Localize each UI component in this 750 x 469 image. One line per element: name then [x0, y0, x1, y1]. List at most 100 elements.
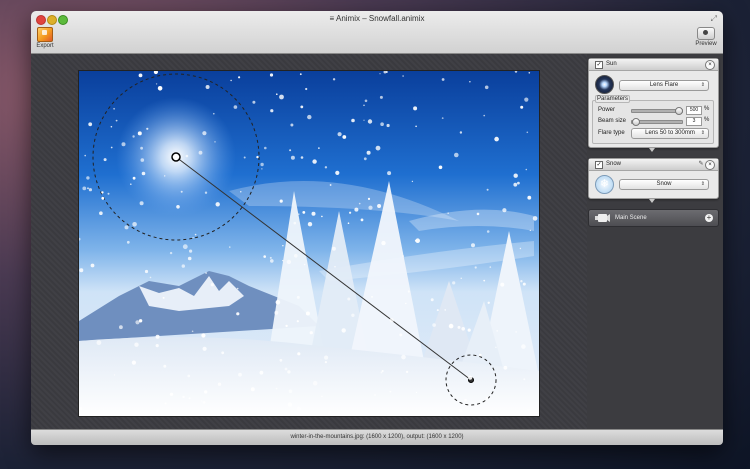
- snowflake: [202, 346, 207, 351]
- main-scene-bar[interactable]: Main Scene +: [588, 209, 719, 227]
- snowflake: [407, 290, 410, 293]
- snowflake: [520, 280, 523, 283]
- snowflake: [297, 352, 301, 356]
- preview-button[interactable]: Preview: [693, 27, 719, 47]
- snowflake: [401, 354, 406, 360]
- snowflake: [305, 87, 308, 91]
- snowflake: [383, 71, 387, 74]
- snowflake: [275, 300, 281, 305]
- snowflake: [458, 408, 463, 413]
- snowflake: [191, 330, 194, 333]
- snowflake: [527, 195, 532, 200]
- snow-effect-select[interactable]: Snow ⇕: [619, 179, 709, 190]
- snowflake: [351, 118, 355, 123]
- snowflake: [526, 131, 529, 134]
- snowflake: [474, 266, 477, 269]
- snowflake: [261, 168, 263, 170]
- sun-effect-select[interactable]: Lens Flare ⇕: [619, 80, 709, 91]
- snowflake: [276, 93, 278, 95]
- snowflake: [164, 402, 167, 405]
- edit-icon[interactable]: ✎: [697, 160, 705, 168]
- window-title: ≡ Animix – Snowfall.animix: [329, 14, 425, 23]
- power-slider-knob[interactable]: [675, 107, 683, 115]
- snowflake: [389, 390, 392, 393]
- snow-effect-panel: ✓ Snow ✎ × ❄ Snow ⇕: [588, 158, 719, 199]
- close-icon[interactable]: ×: [705, 160, 715, 170]
- snowflake: [204, 191, 208, 194]
- snowflake: [214, 141, 216, 143]
- snowflake: [532, 216, 538, 221]
- export-button[interactable]: Export: [35, 27, 55, 49]
- snowflake: [389, 318, 394, 323]
- snowflake: [101, 196, 105, 200]
- snowflake: [139, 201, 144, 206]
- snowflake: [134, 342, 139, 347]
- power-unit: %: [704, 106, 710, 112]
- main-scene-label: Main Scene: [615, 215, 647, 221]
- fullscreen-icon[interactable]: ⤢: [711, 14, 717, 24]
- snowflake: [521, 344, 526, 349]
- snowflake: [312, 159, 317, 164]
- snowflake: [380, 371, 383, 374]
- flare-type-select[interactable]: Lens 50 to 300mm ⇕: [631, 128, 709, 139]
- snowflake: [415, 238, 421, 243]
- snowflake: [312, 380, 318, 386]
- preview-image[interactable]: [78, 70, 540, 417]
- snowflake: [479, 353, 482, 357]
- snowflake: [290, 155, 295, 160]
- snowflake: [284, 367, 288, 371]
- snowflake: [459, 131, 463, 134]
- snowflake: [335, 170, 340, 175]
- snowflake: [522, 282, 526, 286]
- beam-size-slider[interactable]: [631, 118, 683, 126]
- snowflake: [230, 79, 232, 82]
- snow-enabled-checkbox[interactable]: ✓: [595, 161, 603, 169]
- snowflake: [149, 276, 152, 279]
- snowflake: [489, 266, 492, 268]
- snowflake: [405, 302, 407, 305]
- snowflake: [299, 73, 302, 76]
- snowflake: [79, 237, 81, 241]
- beam-size-slider-knob[interactable]: [631, 118, 640, 126]
- snowflake: [519, 247, 522, 250]
- snowflake: [379, 95, 383, 99]
- snowflake: [467, 328, 471, 332]
- chain-connector: [649, 199, 655, 203]
- snowflake: [293, 221, 297, 225]
- snowflake: [279, 358, 283, 362]
- sun-enabled-checkbox[interactable]: ✓: [595, 61, 603, 69]
- snowflake: [468, 375, 473, 380]
- sun-effect-value: Lens Flare: [649, 82, 679, 88]
- snowflake: [485, 396, 489, 400]
- snowflake: [240, 191, 242, 193]
- snowflake: [303, 263, 306, 266]
- snowflake: [300, 156, 304, 159]
- snowflake: [527, 409, 530, 412]
- power-slider[interactable]: [631, 107, 683, 115]
- snowflake: [169, 251, 173, 255]
- snowflake: [347, 297, 351, 301]
- snowflake: [328, 410, 332, 415]
- beam-size-field[interactable]: 3: [686, 117, 702, 126]
- snowflake: [163, 364, 167, 368]
- snowflake: [269, 73, 274, 77]
- snowflake: [138, 73, 143, 78]
- snowflake: [146, 127, 149, 130]
- export-icon: [37, 27, 53, 42]
- snowflake: [387, 171, 392, 176]
- snow-effect-value: Snow: [656, 181, 672, 187]
- snowflake: [115, 119, 118, 122]
- snowflake: [430, 298, 434, 302]
- snow-panel-title: Snow: [606, 161, 622, 167]
- sun-panel-header: ✓ Sun ×: [589, 59, 718, 71]
- snowflake: [471, 243, 475, 248]
- snowflake: [79, 268, 84, 273]
- snow-panel-header: ✓ Snow ✎ ×: [589, 159, 718, 171]
- power-field[interactable]: 500: [686, 106, 702, 115]
- snowflake: [238, 372, 242, 377]
- snowflake: [187, 256, 192, 261]
- plus-icon[interactable]: +: [705, 214, 713, 222]
- close-icon[interactable]: ×: [705, 60, 715, 70]
- chevron-updown-icon: ⇕: [700, 181, 705, 187]
- sun-panel-title: Sun: [606, 61, 617, 67]
